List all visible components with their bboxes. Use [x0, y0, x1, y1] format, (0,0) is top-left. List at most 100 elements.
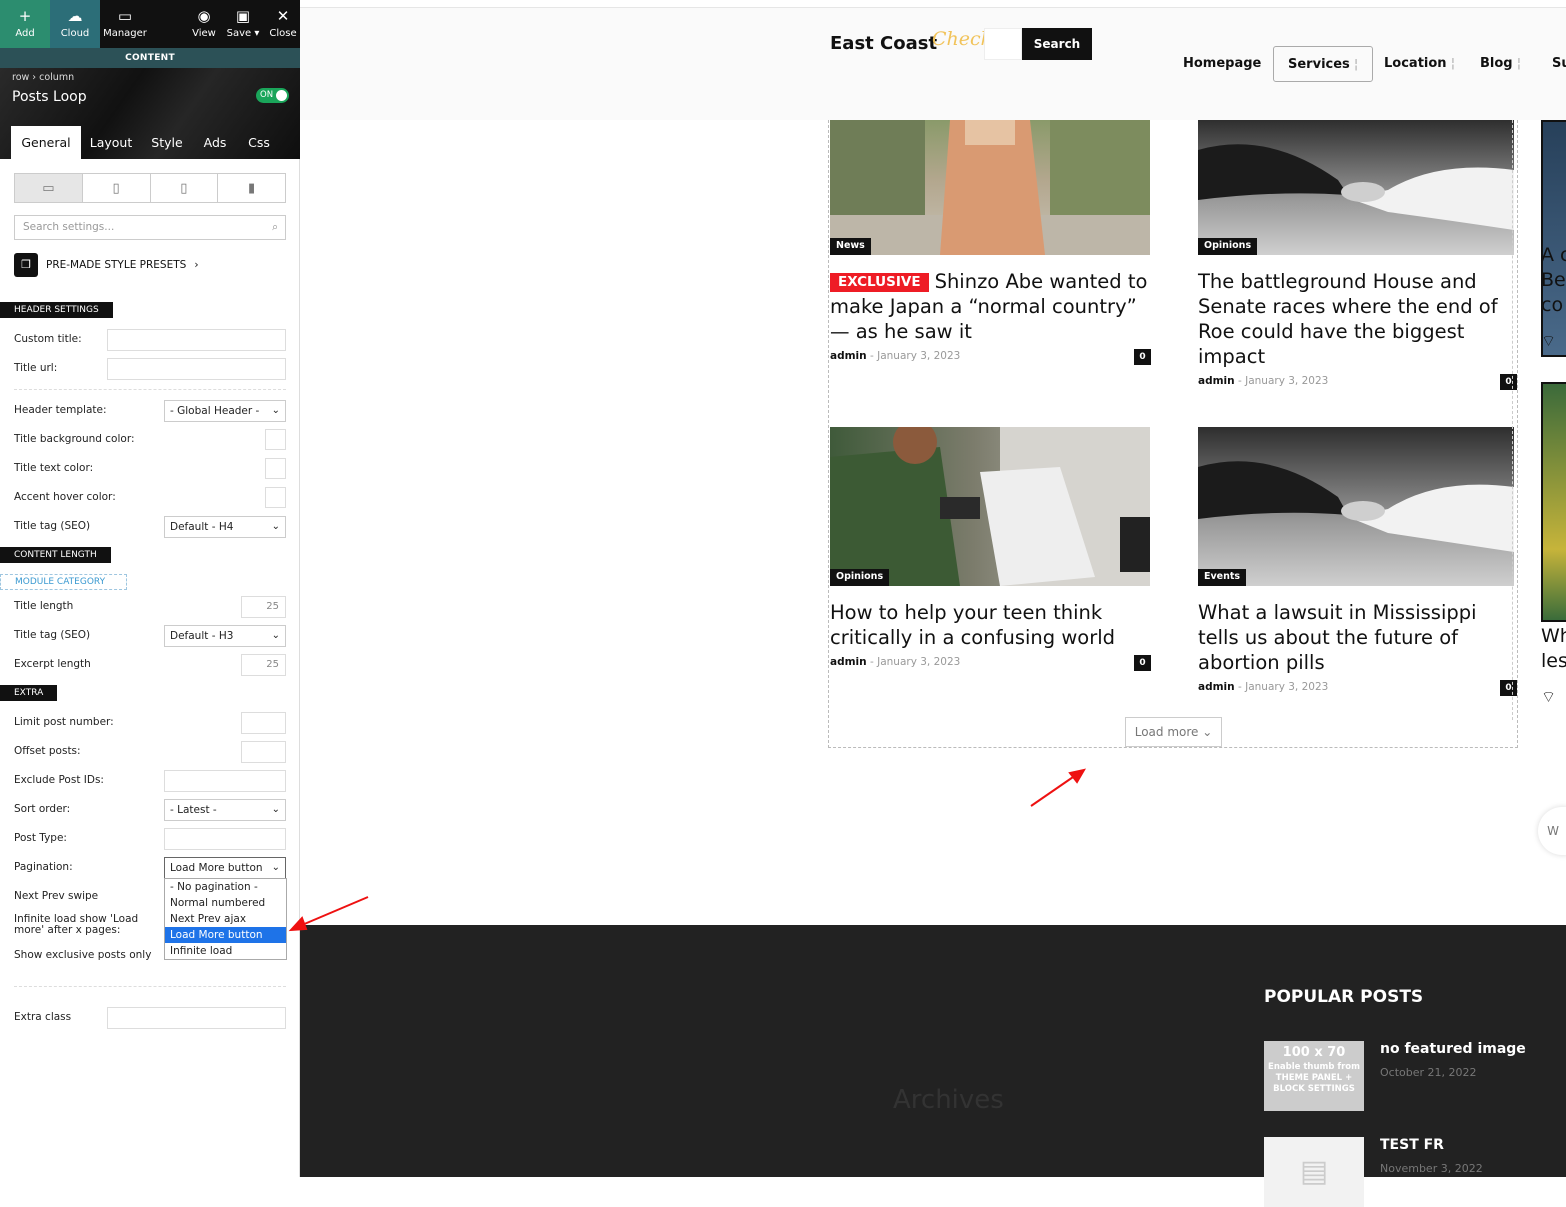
plus-icon: +: [18, 7, 32, 25]
desktop-icon[interactable]: ▭: [15, 174, 83, 202]
header-template-select[interactable]: - Global Header - ⌄: [164, 400, 286, 422]
phone-icon[interactable]: ▮: [218, 174, 285, 202]
pagination-option[interactable]: Next Prev ajax: [165, 911, 286, 927]
side-title-fragment[interactable]: Be: [1541, 268, 1566, 293]
side-card-thumbnail[interactable]: [1541, 382, 1566, 622]
nav-blog[interactable]: Blog ¦: [1466, 46, 1535, 82]
laptop-icon[interactable]: ▯: [83, 174, 151, 202]
post-thumbnail[interactable]: Opinions: [1198, 120, 1514, 255]
search-settings-input[interactable]: Search settings... ⌕: [14, 215, 286, 240]
tablet-icon[interactable]: ▯: [151, 174, 219, 202]
post-author[interactable]: admin: [830, 350, 867, 362]
label-header-template: Header template:: [14, 404, 107, 416]
popular-posts-heading: POPULAR POSTS: [1264, 987, 1424, 1007]
tab-ads[interactable]: Ads: [194, 126, 236, 159]
post-category-badge[interactable]: Opinions: [1198, 238, 1258, 255]
close-icon: ✕: [276, 7, 290, 25]
post-category-badge[interactable]: Opinions: [830, 569, 890, 586]
excerpt-length-input[interactable]: 25: [241, 654, 286, 676]
custom-title-input[interactable]: [107, 329, 286, 351]
post-thumbnail[interactable]: Opinions: [830, 427, 1150, 586]
post-author[interactable]: admin: [1198, 375, 1235, 387]
title-url-input[interactable]: [107, 358, 286, 380]
pagination-option-selected[interactable]: Load More button: [165, 927, 286, 943]
extra-class-input[interactable]: [107, 1007, 286, 1029]
chevron-down-icon: ⌄: [271, 862, 280, 873]
title-bg-color-picker[interactable]: [265, 429, 286, 450]
tab-style[interactable]: Style: [141, 126, 193, 159]
header-search-button[interactable]: Search: [1022, 28, 1092, 60]
post-category-badge[interactable]: News: [830, 238, 871, 255]
presets-link[interactable]: ❒ PRE-MADE STYLE PRESETS ›: [14, 253, 199, 277]
pagination-option[interactable]: Normal numbered: [165, 895, 286, 911]
side-title-fragment[interactable]: A c: [1541, 243, 1566, 268]
side-card-thumbnail[interactable]: [1541, 120, 1566, 357]
site-logo[interactable]: East Coast: [830, 33, 937, 54]
side-title-fragment[interactable]: co: [1541, 293, 1563, 318]
sort-order-select[interactable]: - Latest - ⌄: [164, 799, 286, 821]
exclude-ids-input[interactable]: [164, 770, 286, 792]
side-title-fragment[interactable]: les: [1541, 649, 1566, 674]
add-button[interactable]: + Add: [0, 0, 50, 48]
manager-icon: ▭: [117, 7, 133, 25]
offset-posts-input[interactable]: [241, 741, 286, 763]
manager-button[interactable]: ▭ Manager: [100, 0, 150, 48]
label-extra-class: Extra class: [14, 1011, 72, 1023]
post-type-input[interactable]: [164, 828, 286, 850]
popular-post-title[interactable]: no featured image: [1380, 1041, 1526, 1057]
editor-toolbar: + Add ☁ Cloud ▭ Manager ◉ View ▣ Save ▾ ✕ Clos…: [0, 0, 300, 48]
title-tag-h4-select[interactable]: Default - H4 ⌄: [164, 516, 286, 538]
device-switcher: ▭ ▯ ▯ ▮: [14, 173, 286, 203]
pagination-option[interactable]: - No pagination -: [165, 879, 286, 895]
accent-hover-color-picker[interactable]: [265, 487, 286, 508]
popular-post-thumbnail[interactable]: 100 x 70 Enable thumb from THEME PANEL +…: [1264, 1041, 1364, 1111]
tab-general[interactable]: General: [11, 126, 81, 159]
title-length-input[interactable]: 25: [241, 596, 286, 618]
post-title[interactable]: The battleground House and Senate races …: [1198, 269, 1518, 369]
section-header-settings: HEADER SETTINGS: [0, 302, 113, 318]
save-icon: ▣: [235, 7, 251, 25]
popular-post-date: October 21, 2022: [1380, 1066, 1477, 1079]
post-meta: admin - January 3, 2023: [1198, 375, 1329, 387]
comment-count[interactable]: 0: [1134, 349, 1151, 365]
save-button[interactable]: ▣ Save ▾: [224, 0, 262, 48]
cloud-button[interactable]: ☁ Cloud: [50, 0, 100, 48]
comment-count[interactable]: 0: [1134, 655, 1151, 671]
label-title-tag-h4: Title tag (SEO): [14, 520, 91, 532]
popular-post-thumbnail[interactable]: ▤: [1264, 1137, 1364, 1207]
tab-layout[interactable]: Layout: [82, 126, 140, 159]
label-sort-order: Sort order:: [14, 803, 71, 815]
header-search-input[interactable]: [984, 28, 1022, 60]
title-text-color-picker[interactable]: [265, 458, 286, 479]
pagination-select[interactable]: Load More button ⌄: [164, 857, 286, 879]
post-title[interactable]: EXCLUSIVE Shinzo Abe wanted to make Japan…: [830, 269, 1150, 344]
floating-widget[interactable]: W: [1538, 807, 1566, 855]
view-button[interactable]: ◉ View: [186, 0, 222, 48]
pagination-dropdown: - No pagination - Normal numbered Next P…: [164, 878, 287, 960]
post-thumbnail[interactable]: Events: [1198, 427, 1514, 586]
load-more-button[interactable]: Load more ⌄: [1125, 717, 1222, 747]
post-category-badge[interactable]: Events: [1198, 569, 1247, 586]
toggle-knob: [276, 90, 287, 101]
tab-css[interactable]: Css: [237, 126, 281, 159]
close-button[interactable]: ✕ Close: [266, 0, 300, 48]
post-date: January 3, 2023: [1245, 375, 1329, 387]
pagination-option[interactable]: Infinite load: [165, 943, 286, 959]
popular-post-date: November 3, 2022: [1380, 1162, 1483, 1175]
dropdown-indicator-icon: ¦: [1512, 56, 1522, 71]
post-author[interactable]: admin: [830, 656, 867, 668]
nav-location[interactable]: Location ¦: [1370, 46, 1469, 82]
nav-services[interactable]: Services ¦: [1273, 46, 1374, 82]
nav-more[interactable]: Su: [1538, 46, 1566, 82]
breadcrumb[interactable]: row › column: [12, 72, 74, 83]
title-tag-h3-select[interactable]: Default - H3 ⌄: [164, 625, 286, 647]
post-title[interactable]: What a lawsuit in Mississippi tells us a…: [1198, 600, 1518, 675]
nav-homepage[interactable]: Homepage: [1169, 46, 1275, 82]
post-thumbnail[interactable]: News: [830, 120, 1150, 255]
post-title[interactable]: How to help your teen think critically i…: [830, 600, 1150, 650]
side-title-fragment[interactable]: Wh: [1541, 624, 1566, 649]
module-toggle[interactable]: ON: [256, 88, 289, 103]
post-author[interactable]: admin: [1198, 681, 1235, 693]
limit-post-input[interactable]: [241, 712, 286, 734]
popular-post-title[interactable]: TEST FR: [1380, 1137, 1444, 1153]
